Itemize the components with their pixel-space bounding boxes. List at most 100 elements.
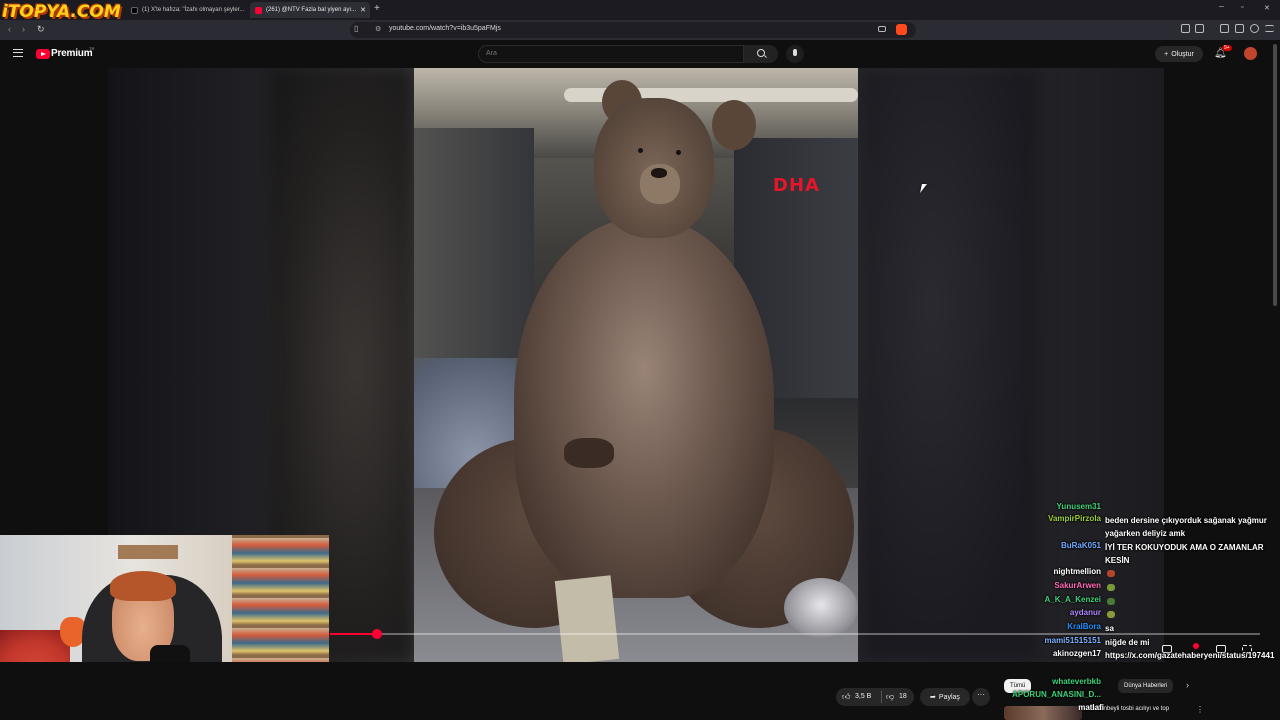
chat-username: BuRaK051	[1060, 541, 1101, 550]
region-label: TR	[89, 46, 95, 51]
chat-message: Yunusem31	[1000, 502, 1280, 511]
like-divider	[881, 691, 882, 703]
reload-icon[interactable]: ↻	[37, 24, 45, 35]
brave-shield-icon[interactable]	[896, 24, 907, 35]
dislike-count[interactable]: 18	[899, 693, 907, 700]
page-scrollbar[interactable]	[1273, 44, 1277, 306]
chat-message: aydanur	[1000, 608, 1280, 621]
chat-message: APORUN_ANASINI_D...	[960, 690, 1240, 699]
video-watermark: DHA	[773, 175, 820, 196]
forward-icon[interactable]: ›	[22, 24, 25, 34]
search-placeholder: Ara	[486, 50, 497, 57]
bear-ear-right	[712, 100, 756, 150]
chat-message: A_K_A_Kenzei	[1000, 595, 1280, 608]
chat-text: sa	[1105, 624, 1114, 633]
url-text: youtube.com/watch?v=ib3u5paFMjs	[389, 25, 501, 32]
progress-scrubber[interactable]	[372, 629, 382, 639]
bear-body	[514, 218, 774, 598]
chat-username: aydanur	[1069, 608, 1101, 617]
back-icon[interactable]: ‹	[8, 24, 11, 34]
bear-paw	[564, 438, 614, 468]
chat-username: nightmellion	[1053, 567, 1101, 576]
browser-tab[interactable]: (1) X'te hafıza: "İzahı olmayan şeyler..…	[126, 2, 248, 18]
emote-icon	[1107, 570, 1115, 578]
wooden-plank	[554, 575, 620, 662]
dislike-icon[interactable]: 👎︎	[886, 692, 894, 702]
close-window-button[interactable]: ✕	[1264, 4, 1270, 12]
vpn-icon[interactable]	[1250, 24, 1259, 33]
chat-message: BuRaK051 İYİ TER KOKUYODUK AMA O ZAMANLA…	[1000, 541, 1280, 567]
metal-bowl	[784, 578, 858, 638]
youtube-premium-label[interactable]: Premium	[51, 48, 93, 59]
maximize-button[interactable]: ▫	[1241, 4, 1243, 11]
bear-eye	[638, 148, 643, 153]
cast-icon[interactable]	[878, 26, 886, 32]
tab-label: (1) X'te hafıza: "İzahı olmayan şeyler..…	[142, 7, 245, 13]
account-avatar[interactable]	[1244, 47, 1257, 60]
chat-username: matlafi	[1078, 703, 1104, 712]
chevron-right-icon[interactable]: ›	[1186, 680, 1189, 690]
sidebar-icon[interactable]	[1235, 24, 1244, 33]
video-frame[interactable]	[414, 68, 858, 662]
webcam-shelf-item	[118, 545, 178, 559]
close-tab-icon[interactable]: ✕	[360, 6, 366, 14]
youtube-logo-icon[interactable]	[36, 49, 50, 59]
webcam-streamer-hair	[110, 571, 176, 601]
plus-icon: +	[1164, 50, 1169, 58]
bear-eye	[676, 150, 681, 155]
emote-icon	[1107, 611, 1115, 619]
create-label: Oluştur	[1171, 50, 1194, 58]
chat-message: VampirPirzola beden dersine çıkıyorduk s…	[1000, 514, 1280, 540]
share-label: Paylaş	[938, 693, 960, 701]
chat-text	[1105, 502, 1276, 511]
chat-message: mami51515151 niğde de mi	[1000, 636, 1280, 649]
like-icon[interactable]: 👍︎	[842, 692, 850, 702]
youtube-icon	[255, 6, 262, 14]
site-info-icon[interactable]: ⚙	[375, 25, 381, 33]
emote-icon	[1107, 584, 1115, 592]
new-tab-button[interactable]: +	[374, 3, 380, 14]
chat-overlay: Yunusem31 VampirPirzola beden dersine çı…	[1000, 500, 1280, 675]
x-icon	[131, 6, 138, 14]
progress-played	[330, 633, 377, 635]
chat-message: KralBora sa	[1000, 622, 1280, 635]
search-input[interactable]	[478, 45, 744, 63]
notifications-badge: 9+	[1222, 45, 1232, 51]
chat-username: mami51515151	[1044, 636, 1102, 645]
chat-username: whateverbkb	[1052, 677, 1101, 686]
chat-text	[1105, 595, 1276, 608]
chat-username: VampirPirzola	[1048, 514, 1101, 523]
chat-message: matlafi	[1003, 703, 1280, 712]
stream-logo-overlay: iTOPYA.COM	[2, 2, 121, 22]
chat-username: KralBora	[1067, 622, 1101, 631]
hamburger-menu-icon[interactable]	[13, 49, 23, 57]
bookmark-icon[interactable]: ▯	[354, 24, 358, 33]
emote-icon	[1107, 598, 1115, 606]
chat-username: APORUN_ANASINI_D...	[1012, 690, 1101, 699]
chat-text	[1105, 608, 1276, 621]
screen: iTOPYA.COM (1) X'te hafıza: "İzahı olmay…	[0, 0, 1280, 720]
like-count[interactable]: 3,5 B	[855, 693, 871, 700]
share-icon: ➦	[930, 694, 936, 701]
browser-tab-active[interactable]: (261) @NTV Fazla bal yiyen ayı... ✕	[250, 2, 370, 18]
music-icon[interactable]	[1220, 24, 1229, 33]
chat-text: beden dersine çıkıyorduk sağanak yağmur …	[1105, 516, 1267, 538]
voice-search-icon[interactable]	[786, 45, 804, 63]
extensions-icon[interactable]	[1181, 24, 1190, 33]
tab-label: (261) @NTV Fazla bal yiyen ayı...	[266, 7, 357, 13]
chat-text	[1105, 581, 1276, 594]
chat-message: SakurArwen	[1000, 581, 1280, 594]
chat-text	[1105, 567, 1276, 580]
chat-username: A_K_A_Kenzei	[1044, 595, 1101, 604]
chat-username: SakurArwen	[1054, 581, 1101, 590]
create-button[interactable]: + Oluştur	[1155, 46, 1203, 62]
chat-text: İYİ TER KOKUYODUK AMA O ZAMANLAR KESİN	[1105, 543, 1264, 565]
minimize-button[interactable]: ─	[1219, 4, 1224, 11]
menu-icon[interactable]	[1265, 25, 1274, 32]
chat-username: Yunusem31	[1056, 502, 1101, 511]
chat-text: niğde de mi	[1105, 638, 1150, 647]
search-icon	[757, 49, 765, 57]
wallet-icon[interactable]	[1195, 24, 1204, 33]
chip-world-news[interactable]: Dünya Haberleri	[1118, 679, 1174, 693]
more-options-icon[interactable]: ⋮	[1196, 705, 1204, 714]
